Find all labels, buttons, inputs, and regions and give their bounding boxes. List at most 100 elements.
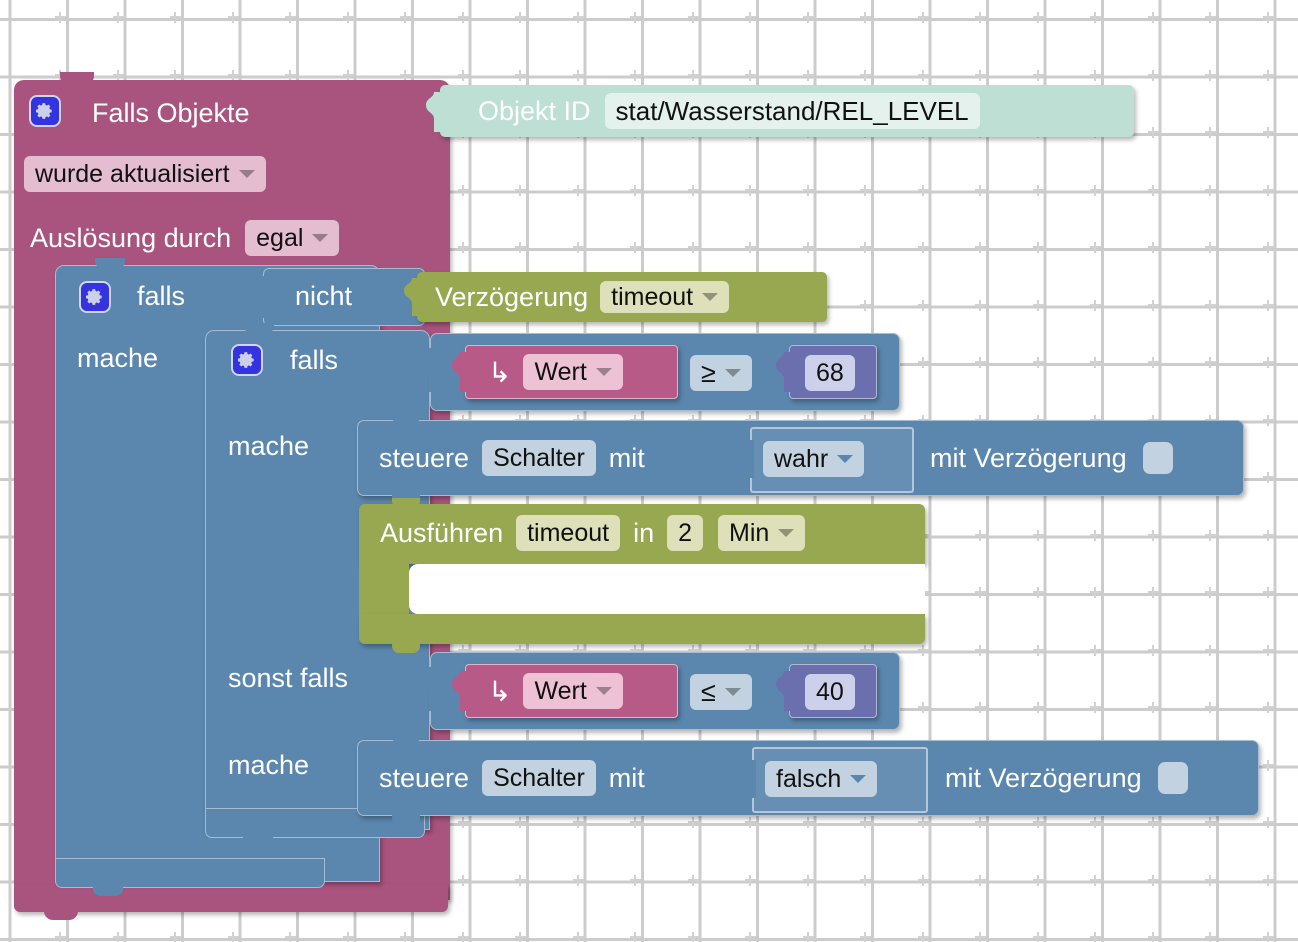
control-statement-2-top-notch — [392, 734, 420, 743]
grid-cross-icon — [630, 69, 641, 81]
grid-cross-icon — [1262, 587, 1274, 598]
grid-cross-icon — [285, 12, 296, 23]
grid-cross-icon — [1205, 69, 1216, 81]
control-1-delay-checkbox[interactable] — [1142, 442, 1173, 474]
value-block-1-dropdown[interactable]: Wert — [523, 354, 623, 390]
grid-cross-icon — [1090, 874, 1101, 886]
grid-cross-icon — [227, 69, 239, 81]
grid-cross-icon — [400, 932, 411, 942]
grid-cross-icon — [1147, 69, 1159, 81]
grid-cross-icon — [1147, 932, 1159, 942]
chevron-down-icon — [724, 688, 741, 696]
control-2-target[interactable]: Schalter — [482, 760, 596, 796]
grid-cross-icon — [975, 69, 986, 81]
blockly-workspace[interactable]: Falls Objekte wurde aktualisiert Auslösu… — [0, 0, 1298, 942]
grid-cross-icon — [1032, 817, 1044, 828]
grid-cross-icon — [1262, 472, 1274, 483]
grid-cross-icon — [1032, 644, 1044, 656]
grid-cross-icon — [1032, 184, 1044, 196]
control-1-target[interactable]: Schalter — [482, 440, 596, 476]
grid-cross-icon — [975, 644, 986, 656]
outer-if-mutator-gear-icon[interactable] — [79, 281, 111, 313]
grid-cross-icon — [572, 12, 584, 23]
grid-cross-icon — [1262, 299, 1274, 311]
control-1-value-dropdown[interactable]: wahr — [763, 441, 865, 477]
grid-cross-icon — [170, 69, 181, 81]
grid-cross-icon — [975, 932, 986, 942]
value-block-1-left-tab-icon — [452, 352, 470, 392]
trigger-source-dropdown[interactable]: egal — [245, 220, 340, 256]
grid-cross-icon — [572, 874, 584, 886]
grid-cross-icon — [860, 817, 871, 828]
grid-cross-icon — [1205, 127, 1216, 138]
grid-cross-icon — [112, 932, 124, 942]
grid-cross-icon — [860, 69, 871, 81]
timeout-block-empty-body[interactable] — [409, 564, 925, 614]
trigger-mutator-gear-icon[interactable] — [29, 95, 61, 127]
operator-2-dropdown[interactable]: ≤ — [690, 674, 752, 710]
grid-cross-icon — [975, 299, 986, 311]
grid-cross-icon — [1147, 299, 1159, 311]
number-block-2-field[interactable]: 40 — [805, 674, 855, 710]
delay-dropdown[interactable]: timeout — [600, 281, 730, 313]
control-1-delay-label: mit Verzögerung — [930, 442, 1127, 473]
grid-cross-icon — [285, 69, 296, 81]
grid-cross-icon — [860, 242, 871, 253]
delay-row: Verzögerung timeout — [435, 279, 730, 315]
grid-cross-icon — [1147, 587, 1159, 598]
grid-cross-icon — [572, 242, 584, 253]
timeout-block-top-notch — [392, 498, 420, 507]
grid-cross-icon — [1032, 12, 1044, 23]
grid-cross-icon — [975, 874, 986, 886]
value-block-1-value: Wert — [534, 357, 587, 386]
trigger-block-bottom-notch — [44, 906, 78, 920]
inner-else-if-label: sonst falls — [228, 663, 349, 693]
control-1-delay-row: mit Verzögerung — [930, 438, 1173, 478]
object-id-field[interactable]: stat/Wasserstand/REL_LEVEL — [604, 93, 980, 129]
number-block-1-field[interactable]: 68 — [805, 355, 855, 391]
grid-cross-icon — [687, 874, 699, 886]
grid-cross-icon — [860, 932, 871, 942]
grid-cross-icon — [687, 242, 699, 253]
timeout-block-footer[interactable] — [359, 614, 925, 644]
inner-if-mutator-gear-icon[interactable] — [231, 344, 263, 376]
grid-cross-icon — [1032, 702, 1044, 713]
control-2-verb: steuere — [379, 762, 470, 793]
value-block-2-dropdown[interactable]: Wert — [523, 673, 623, 709]
grid-cross-icon — [572, 932, 584, 942]
control-2-value-dropdown[interactable]: falsch — [765, 761, 878, 797]
outer-if-top-notch — [95, 258, 125, 268]
inner-if-bottom-notch — [243, 834, 273, 846]
grid-cross-icon — [1205, 874, 1216, 886]
timeout-unit-dropdown[interactable]: Min — [718, 515, 806, 551]
grid-cross-icon — [1262, 874, 1274, 886]
grid-cross-icon — [630, 817, 641, 828]
grid-cross-icon — [55, 12, 66, 23]
grid-cross-icon — [1262, 529, 1274, 541]
control-2-delay-checkbox[interactable] — [1157, 762, 1188, 794]
grid-cross-icon — [1147, 357, 1159, 368]
grid-cross-icon — [572, 184, 584, 196]
grid-cross-icon — [975, 12, 986, 23]
trigger-condition-dropdown[interactable]: wurde aktualisiert — [24, 156, 266, 192]
grid-cross-icon — [687, 817, 699, 828]
grid-cross-icon — [1032, 69, 1044, 81]
number-block-2-value: 40 — [816, 677, 844, 706]
grid-cross-icon — [285, 932, 296, 942]
timeout-amount-field[interactable]: 2 — [667, 515, 703, 551]
object-id-label: Objekt ID — [478, 95, 591, 126]
trigger-source-label: Auslösung durch — [30, 222, 232, 253]
grid-cross-icon — [227, 12, 239, 23]
control-1-value: wahr — [774, 444, 829, 473]
trigger-block-foot[interactable] — [14, 884, 448, 912]
timeout-name-field[interactable]: timeout — [516, 515, 621, 551]
arrow-return-icon: ↳ — [488, 356, 512, 388]
control-statement-2-row: steuere Schalter mit — [379, 758, 645, 798]
control-2-delay-label: mit Verzögerung — [945, 762, 1142, 793]
control-statement-1-top-notch — [392, 414, 420, 423]
grid-cross-icon — [802, 184, 814, 196]
grid-cross-icon — [457, 874, 469, 886]
operator-1-dropdown[interactable]: ≥ — [690, 355, 752, 391]
grid-cross-icon — [802, 817, 814, 828]
grid-cross-icon — [1262, 817, 1274, 828]
